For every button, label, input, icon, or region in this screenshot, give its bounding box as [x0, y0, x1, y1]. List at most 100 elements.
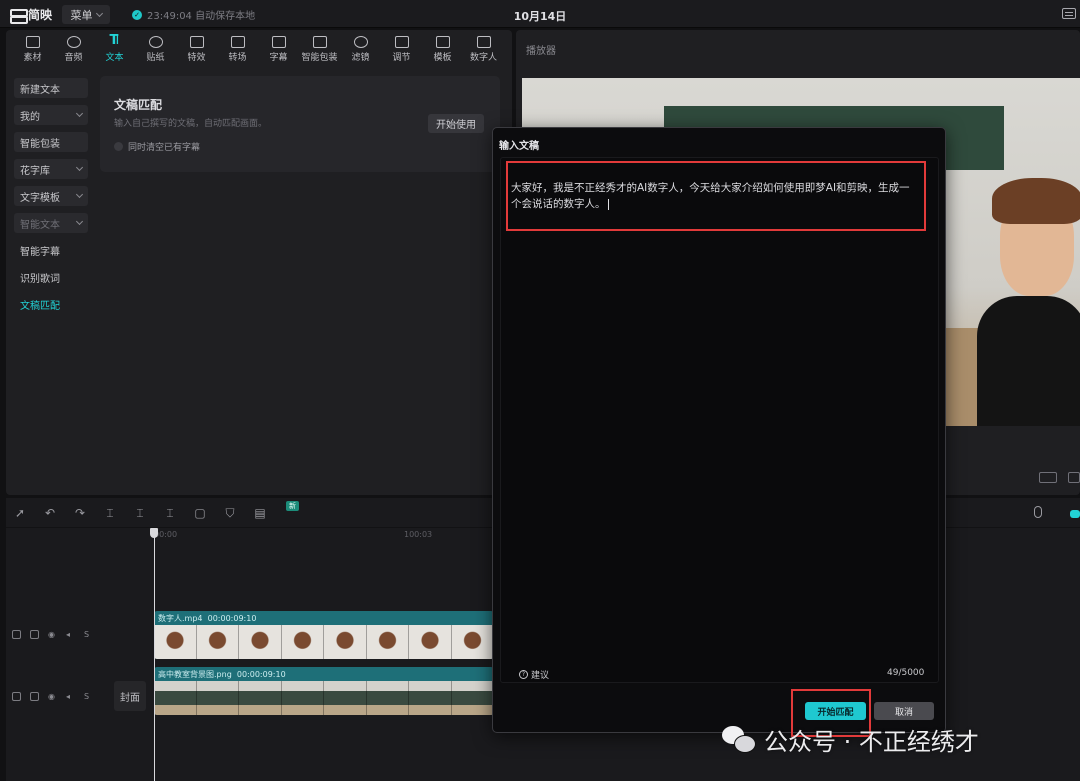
side-nav-item[interactable]: 识别歌词 — [14, 267, 88, 287]
toggle-icon[interactable] — [1070, 510, 1080, 518]
split-right-icon[interactable]: ⌶ — [164, 507, 176, 519]
cover-button[interactable]: 封面 — [114, 681, 146, 711]
microphone-icon[interactable] — [1034, 506, 1042, 518]
tool-label: 字幕 — [269, 52, 288, 63]
sticker-icon — [148, 35, 163, 48]
chevron-down-icon — [95, 9, 103, 17]
watermark-text: 公众号 · 不正经绣才 — [764, 728, 979, 756]
chevron-down-icon — [75, 109, 84, 118]
audio-icon — [66, 35, 81, 48]
tool-audio[interactable]: 音频 — [53, 30, 94, 68]
clip-digital-human[interactable]: 数字人.mp4 00:00:09:10 — [154, 611, 494, 659]
keyboard-shortcut-icon[interactable] — [1062, 8, 1076, 19]
side-nav-label: 新建文本 — [20, 84, 60, 96]
tool-label: 模板 — [433, 52, 452, 63]
start-match-button[interactable]: 开始匹配 — [805, 702, 866, 720]
side-nav-label: 识别歌词 — [20, 273, 60, 285]
shield-icon[interactable]: ⛉ — [224, 507, 236, 519]
ratio-icon[interactable] — [1039, 472, 1057, 483]
tool-media[interactable]: 素材 — [12, 30, 53, 68]
watermark: 公众号 · 不正经绣才 — [722, 722, 979, 757]
menu-label: 菜单 — [70, 8, 93, 22]
track-controls-main: ◉ ◂ S — [12, 692, 93, 701]
app-logo-icon — [10, 8, 28, 24]
start-use-button[interactable]: 开始使用 — [428, 114, 484, 133]
caption-icon[interactable]: ▤ — [254, 507, 266, 519]
tool-smart-pack[interactable]: 智能包装 — [299, 30, 340, 68]
side-nav-item[interactable]: 智能字幕 — [14, 240, 88, 260]
highlight-box-text — [506, 161, 926, 231]
speaker-icon[interactable]: ◂ — [66, 692, 75, 701]
tool-transition[interactable]: 转场 — [217, 30, 258, 68]
tool-filter[interactable]: 滤镜 — [340, 30, 381, 68]
delete-icon[interactable]: ▢ — [194, 507, 206, 519]
tool-label: 数字人 — [469, 52, 497, 63]
text-icon — [108, 33, 122, 48]
tool-label: 转场 — [228, 52, 247, 63]
side-nav-item[interactable]: 新建文本 — [14, 78, 88, 98]
undo-icon[interactable]: ↶ — [44, 507, 56, 519]
fullscreen-icon[interactable] — [1068, 472, 1080, 483]
template-icon — [435, 35, 450, 48]
side-nav-item[interactable]: 智能文本 — [14, 213, 88, 233]
select-cursor-icon[interactable]: ➚ — [14, 507, 26, 519]
transition-icon — [230, 35, 245, 48]
lock-icon[interactable] — [30, 630, 39, 639]
material-panel: 素材音频文本贴纸特效转场字幕智能包装滤镜调节模板数字人 新建文本我的智能包装花字… — [6, 30, 512, 495]
eye-icon[interactable]: ◉ — [48, 630, 57, 639]
player-title: 播放器 — [526, 46, 556, 57]
wechat-icon — [722, 725, 756, 754]
new-badge: 新 — [286, 501, 299, 511]
menu-button[interactable]: 菜单 — [62, 5, 110, 24]
split-left-icon[interactable]: ⌶ — [134, 507, 146, 519]
chevron-down-icon — [75, 190, 84, 199]
suggest-label: 建议 — [531, 671, 550, 681]
top-bar: 简映 菜单 ✓ 23:49:04 自动保存本地 10月14日 — [0, 0, 1080, 28]
person-body — [977, 296, 1080, 426]
side-nav-label: 花字库 — [20, 165, 50, 177]
tool-subtitle[interactable]: 字幕 — [258, 30, 299, 68]
cancel-button[interactable]: 取消 — [874, 702, 934, 720]
tool-label: 特效 — [187, 52, 206, 63]
suggest-link[interactable]: ? 建议 — [519, 668, 549, 681]
tool-effects[interactable]: 特效 — [176, 30, 217, 68]
solo-icon[interactable]: S — [84, 630, 93, 639]
side-nav-label: 智能文本 — [20, 219, 60, 231]
radio-icon[interactable] — [114, 142, 123, 151]
side-nav-item[interactable]: 花字库 — [14, 159, 88, 179]
clear-subtitles-option[interactable]: 同时清空已有字幕 — [114, 140, 200, 153]
tool-label: 贴纸 — [146, 52, 165, 63]
ruler-mark: 100:03 — [404, 530, 433, 539]
app-name: 简映 — [28, 8, 53, 22]
lock-icon[interactable] — [30, 692, 39, 701]
clip-classroom[interactable]: 高中教室背景图.png 00:00:09:10 — [154, 667, 494, 715]
tool-label: 素材 — [23, 52, 42, 63]
track-controls-video: ◉ ◂ S — [12, 630, 93, 639]
tool-template[interactable]: 模板 — [422, 30, 463, 68]
filter-icon — [353, 35, 368, 48]
tool-adjust[interactable]: 调节 — [381, 30, 422, 68]
clip-label: 数字人.mp4 00:00:09:10 — [158, 614, 257, 623]
speaker-icon[interactable]: ◂ — [66, 630, 75, 639]
clip-frames — [154, 625, 494, 659]
script-match-title: 文稿匹配 — [114, 98, 163, 112]
side-nav-item[interactable]: 文稿匹配 — [14, 294, 88, 314]
tool-text[interactable]: 文本 — [94, 30, 135, 68]
chevron-down-icon — [75, 217, 84, 226]
side-nav-item[interactable]: 文字模板 — [14, 186, 88, 206]
effects-icon — [189, 35, 204, 48]
save-status: ✓ 23:49:04 自动保存本地 — [132, 7, 255, 22]
script-textarea[interactable] — [500, 157, 939, 683]
split-icon[interactable]: ⌶ — [104, 507, 116, 519]
eye-icon[interactable]: ◉ — [48, 692, 57, 701]
tool-digital-human[interactable]: 数字人 — [463, 30, 504, 68]
track-thumb-icon[interactable] — [12, 692, 21, 701]
redo-icon[interactable]: ↷ — [74, 507, 86, 519]
side-nav-item[interactable]: 智能包装 — [14, 132, 88, 152]
playhead[interactable] — [150, 528, 158, 781]
solo-icon[interactable]: S — [84, 692, 93, 701]
track-thumb-icon[interactable] — [12, 630, 21, 639]
tool-sticker[interactable]: 贴纸 — [135, 30, 176, 68]
tool-label: 调节 — [392, 52, 411, 63]
side-nav-item[interactable]: 我的 — [14, 105, 88, 125]
